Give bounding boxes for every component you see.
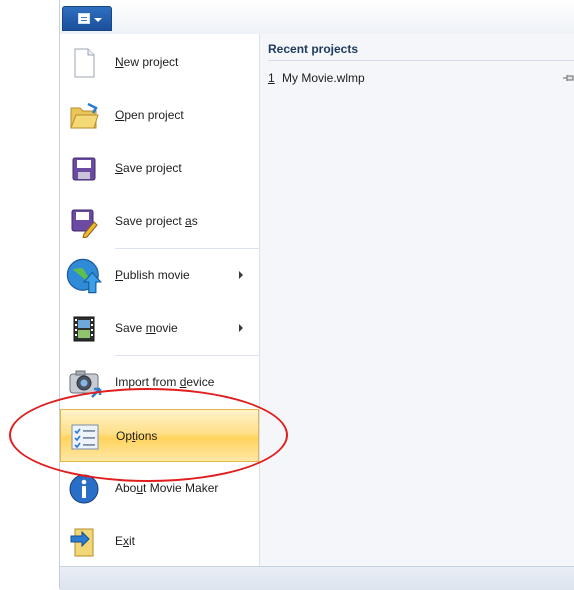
camera-icon — [69, 370, 102, 398]
checklist-icon — [71, 424, 99, 450]
menu-item-save-movie[interactable]: Save movie — [60, 302, 259, 355]
menu-commands-pane: New project Open project Save project Sa… — [60, 34, 259, 566]
floppy-disk-icon — [72, 157, 96, 181]
blank-document-icon — [74, 48, 95, 78]
pin-icon[interactable] — [563, 73, 574, 83]
submenu-arrow-icon — [239, 324, 243, 332]
menu-footer-bar — [60, 566, 574, 590]
menu-item-about-movie-maker[interactable]: About Movie Maker — [60, 462, 259, 515]
menu-item-label: Save movie — [115, 321, 178, 335]
submenu-arrow-icon — [239, 271, 243, 279]
app-menu-button[interactable] — [62, 6, 112, 31]
recent-item-name: My Movie.wlmp — [282, 71, 365, 85]
recent-projects-pane: Recent projects 1 My Movie.wlmp — [259, 34, 574, 566]
menu-item-new-project[interactable]: New project — [60, 36, 259, 89]
menu-item-import-from-device[interactable]: Import from device — [60, 356, 259, 409]
menu-item-label: Exit — [115, 534, 136, 548]
menu-item-publish-movie[interactable]: Publish movie — [60, 249, 259, 302]
menu-item-options[interactable]: Options — [60, 409, 259, 462]
recent-item-number: 1 — [268, 71, 275, 85]
menu-item-label: About Movie Maker — [115, 481, 219, 495]
app-menu-icon — [78, 13, 90, 24]
menu-item-label: Publish movie — [115, 268, 190, 282]
chevron-down-icon — [94, 18, 102, 22]
heading-divider — [268, 60, 574, 61]
menu-item-label: New project — [115, 55, 179, 69]
info-icon — [69, 474, 99, 504]
globe-upload-icon — [66, 258, 102, 294]
menu-item-save-project[interactable]: Save project — [60, 142, 259, 195]
menu-item-label: Save project — [115, 161, 182, 175]
exit-door-icon — [70, 528, 94, 557]
film-strip-icon — [73, 316, 95, 342]
menu-item-label: Open project — [115, 108, 184, 122]
application-menu-window: New project Open project Save project Sa… — [59, 0, 574, 590]
menu-item-open-project[interactable]: Open project — [60, 89, 259, 142]
recent-projects-heading: Recent projects — [268, 42, 359, 56]
floppy-pencil-icon — [71, 209, 98, 238]
menu-item-exit[interactable]: Exit — [60, 515, 259, 568]
menu-item-label: Import from device — [115, 375, 215, 389]
title-bar — [60, 0, 574, 35]
menu-item-label: Options — [116, 429, 158, 443]
menu-item-save-project-as[interactable]: Save project as — [60, 195, 259, 248]
open-folder-icon — [70, 102, 99, 129]
menu-item-label: Save project as — [115, 214, 198, 228]
recent-project-item[interactable]: 1 My Movie.wlmp — [260, 67, 574, 89]
